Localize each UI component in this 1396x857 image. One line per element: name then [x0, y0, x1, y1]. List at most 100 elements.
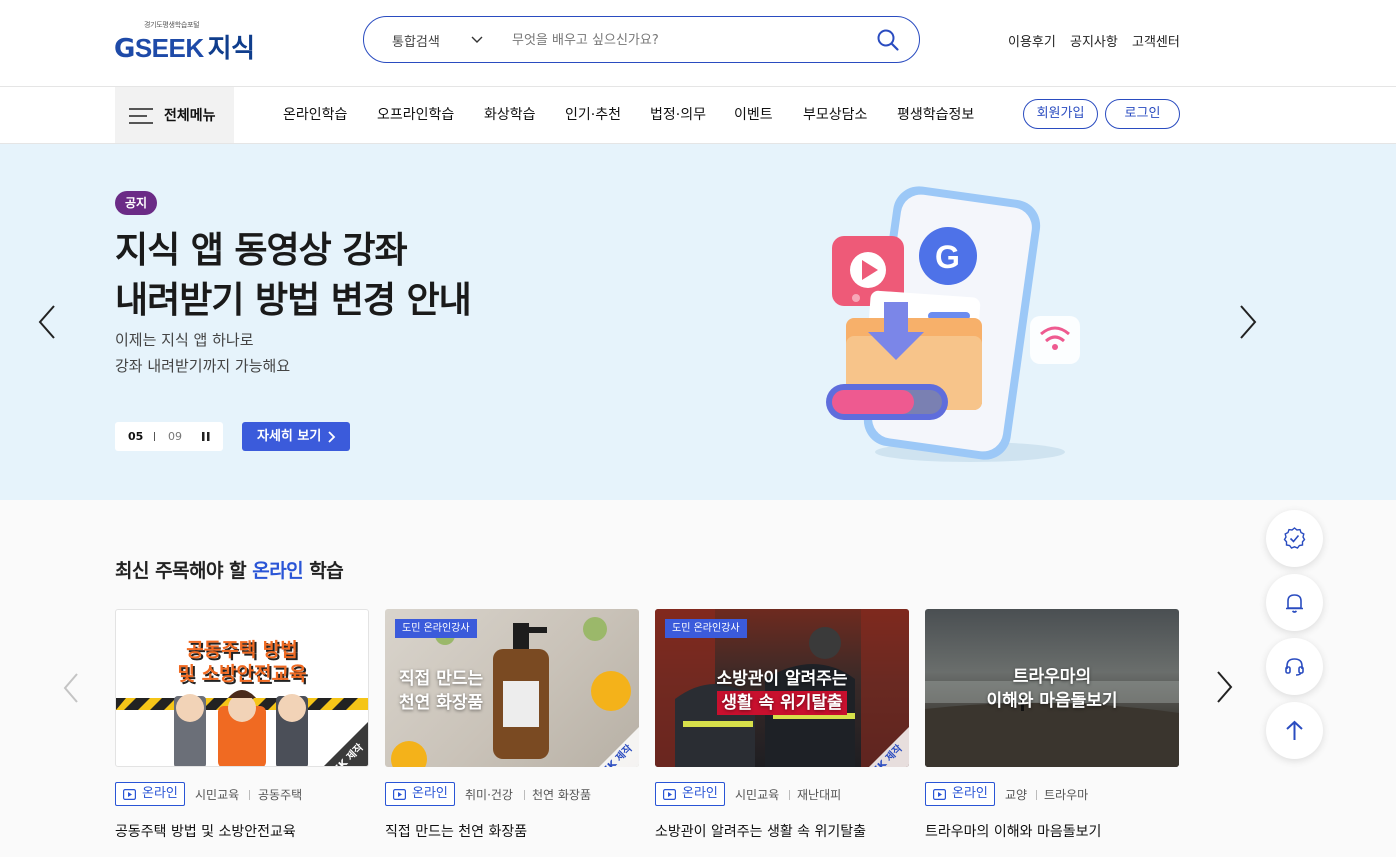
instructor-tag: 도민 온라인강사 — [665, 619, 747, 638]
online-label: 온라인 — [952, 786, 988, 801]
play-icon — [123, 789, 136, 800]
thumb-line2: 천연 화장품 — [399, 693, 484, 713]
logo-g: G — [114, 34, 135, 64]
thumb-line1: 소방관이 알려주는 — [716, 669, 848, 689]
search-input[interactable] — [512, 29, 852, 51]
course-meta: 온라인 교양 트라우마 — [925, 782, 1179, 806]
course-thumbnail[interactable]: 공동주택 방법 및 소방안전교육 GSEEK 제작 — [115, 609, 369, 767]
pager-current: 05 — [128, 430, 144, 443]
carousel-prev-icon[interactable] — [62, 672, 80, 704]
online-badge: 온라인 — [655, 782, 725, 806]
util-link-support[interactable]: 고객센터 — [1132, 31, 1180, 50]
certificate-fab[interactable] — [1266, 510, 1323, 567]
online-badge: 온라인 — [115, 782, 185, 806]
nav-item-legal[interactable]: 법정·의무 — [650, 104, 706, 124]
play-icon — [933, 789, 946, 800]
category-secondary: 재난대피 — [797, 788, 842, 802]
carousel-next-icon[interactable] — [1214, 670, 1234, 704]
category-primary: 취미·건강 — [465, 788, 513, 802]
hero-title: 지식 앱 동영상 강좌 내려받기 방법 변경 안내 — [115, 226, 472, 326]
site-logo[interactable]: 경기도평생학습포털 GSEEK 지식 — [114, 20, 274, 64]
headset-icon — [1285, 658, 1304, 676]
hamburger-icon — [129, 108, 153, 124]
search-scope-select[interactable]: 통합검색 — [392, 31, 440, 50]
play-icon — [393, 789, 406, 800]
search-bar: 통합검색 — [363, 16, 920, 63]
online-learning-section: 최신 주목해야 할 온라인 학습 공동주택 방법 및 소방안전교육 GSEEK … — [0, 500, 1396, 857]
category-divider — [524, 790, 525, 800]
category-primary: 시민교육 — [735, 788, 780, 802]
hero-title-line1: 지식 앱 동영상 강좌 — [115, 230, 408, 271]
course-title[interactable]: 소방관이 알려주는 생활 속 위기탈출 — [655, 821, 866, 841]
course-title[interactable]: 공동주택 방법 및 소방안전교육 — [115, 821, 296, 841]
thumb-line1: 트라우마의 — [1012, 667, 1092, 687]
chevron-right-icon[interactable] — [1237, 304, 1259, 340]
nav-item-video[interactable]: 화상학습 — [484, 104, 536, 124]
logo-seek: SEEK — [134, 33, 204, 63]
thumb-caption: 트라우마의 이해와 마음돌보기 — [925, 665, 1179, 713]
search-icon[interactable] — [876, 28, 900, 52]
category-divider — [1036, 790, 1037, 800]
course-card[interactable]: 도민 온라인강사 직접 만드는 천연 화장품 GSEEK 제작 온라인 취미·건… — [385, 609, 639, 840]
safety-education-illustration — [116, 690, 368, 766]
online-label: 온라인 — [142, 786, 178, 801]
certificate-icon — [1283, 527, 1306, 549]
pager-divider — [154, 432, 155, 441]
logo-korean: 지식 — [207, 34, 255, 64]
arrow-up-icon — [1286, 720, 1303, 740]
section-title: 최신 주목해야 할 온라인 학습 — [115, 556, 344, 583]
thumb-line2: 이해와 마음돌보기 — [986, 691, 1118, 711]
chevron-right-small-icon — [328, 431, 336, 443]
thumb-caption: 직접 만드는 천연 화장품 — [399, 667, 639, 715]
nav-item-lifelong[interactable]: 평생학습정보 — [897, 104, 974, 124]
thumb-line2: 및 소방안전교육 — [177, 663, 307, 685]
pause-icon[interactable] — [202, 432, 210, 441]
section-title-post: 학습 — [303, 560, 344, 582]
util-link-notice[interactable]: 공지사항 — [1070, 31, 1118, 50]
hero-desc-line2: 강좌 내려받기까지 가능해요 — [115, 357, 291, 375]
course-title[interactable]: 트라우마의 이해와 마음돌보기 — [925, 821, 1101, 841]
nav-item-parent[interactable]: 부모상담소 — [803, 104, 867, 124]
course-thumbnail[interactable]: 도민 온라인강사 직접 만드는 천연 화장품 GSEEK 제작 — [385, 609, 639, 767]
course-card[interactable]: 공동주택 방법 및 소방안전교육 GSEEK 제작 온라인 시민교육 공동주택 … — [115, 609, 369, 840]
category-divider — [249, 790, 250, 800]
course-card[interactable]: 도민 온라인강사 소방관이 알려주는 생활 속 위기탈출 GSEEK 제작 온라… — [655, 609, 909, 840]
chevron-down-icon[interactable] — [470, 32, 484, 46]
thumb-caption: 소방관이 알려주는 생활 속 위기탈출 — [655, 667, 909, 715]
course-card[interactable]: 트라우마의 이해와 마음돌보기 온라인 교양 트라우마 트라우마의 이해와 마음… — [925, 609, 1179, 840]
top-header: 경기도평생학습포털 GSEEK지식 통합검색 이용후기 공지사항 고객센터 — [0, 0, 1396, 87]
support-fab[interactable] — [1266, 638, 1323, 695]
nav-item-event[interactable]: 이벤트 — [734, 104, 773, 124]
category-primary: 교양 — [1005, 788, 1028, 802]
online-label: 온라인 — [682, 786, 718, 801]
scroll-top-fab[interactable] — [1266, 702, 1323, 759]
hero-description: 이제는 지식 앱 하나로 강좌 내려받기까지 가능해요 — [115, 327, 290, 379]
course-title[interactable]: 직접 만드는 천연 화장품 — [385, 821, 527, 841]
more-button-label: 자세히 보기 — [257, 429, 322, 444]
logo-wordmark: GSEEK 지식 — [114, 28, 255, 65]
all-menu-label: 전체메뉴 — [164, 108, 216, 124]
login-button[interactable]: 로그인 — [1105, 99, 1180, 129]
nav-item-popular[interactable]: 인기·추천 — [565, 104, 621, 124]
course-meta: 온라인 시민교육 재난대피 — [655, 782, 909, 806]
nav-item-online[interactable]: 온라인학습 — [283, 104, 347, 124]
nav-item-offline[interactable]: 오프라인학습 — [377, 104, 454, 124]
util-link-reviews[interactable]: 이용후기 — [1008, 31, 1056, 50]
course-thumbnail[interactable]: 트라우마의 이해와 마음돌보기 — [925, 609, 1179, 767]
more-button[interactable]: 자세히 보기 — [242, 422, 350, 451]
online-badge: 온라인 — [385, 782, 455, 806]
category-primary: 시민교육 — [195, 788, 240, 802]
section-title-pre: 최신 주목해야 할 — [115, 560, 253, 582]
online-label: 온라인 — [412, 786, 448, 801]
svg-text:G: G — [935, 239, 960, 275]
chevron-left-icon[interactable] — [36, 304, 58, 340]
notification-fab[interactable] — [1266, 574, 1323, 631]
phone-download-illustration: G — [826, 186, 1080, 462]
all-menu-button[interactable]: 전체메뉴 — [115, 87, 234, 143]
course-thumbnail[interactable]: 도민 온라인강사 소방관이 알려주는 생활 속 위기탈출 GSEEK 제작 — [655, 609, 909, 767]
category-secondary: 공동주택 — [258, 788, 303, 802]
hero-banner: 공지 지식 앱 동영상 강좌 내려받기 방법 변경 안내 이제는 지식 앱 하나… — [0, 144, 1396, 500]
hero-desc-line1: 이제는 지식 앱 하나로 — [115, 331, 254, 349]
slide-pager: 05 09 — [115, 422, 223, 451]
signup-button[interactable]: 회원가입 — [1023, 99, 1098, 129]
